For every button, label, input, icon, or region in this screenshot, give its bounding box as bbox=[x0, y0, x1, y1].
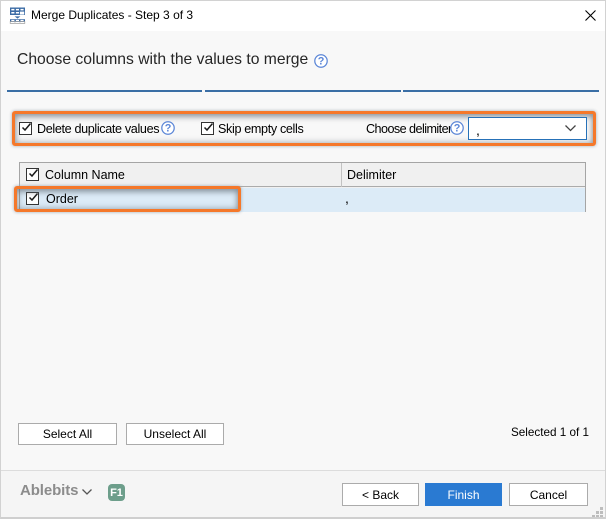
svg-text:?: ? bbox=[318, 56, 325, 68]
svg-text:?: ? bbox=[454, 123, 461, 135]
svg-text:?: ? bbox=[165, 123, 172, 135]
